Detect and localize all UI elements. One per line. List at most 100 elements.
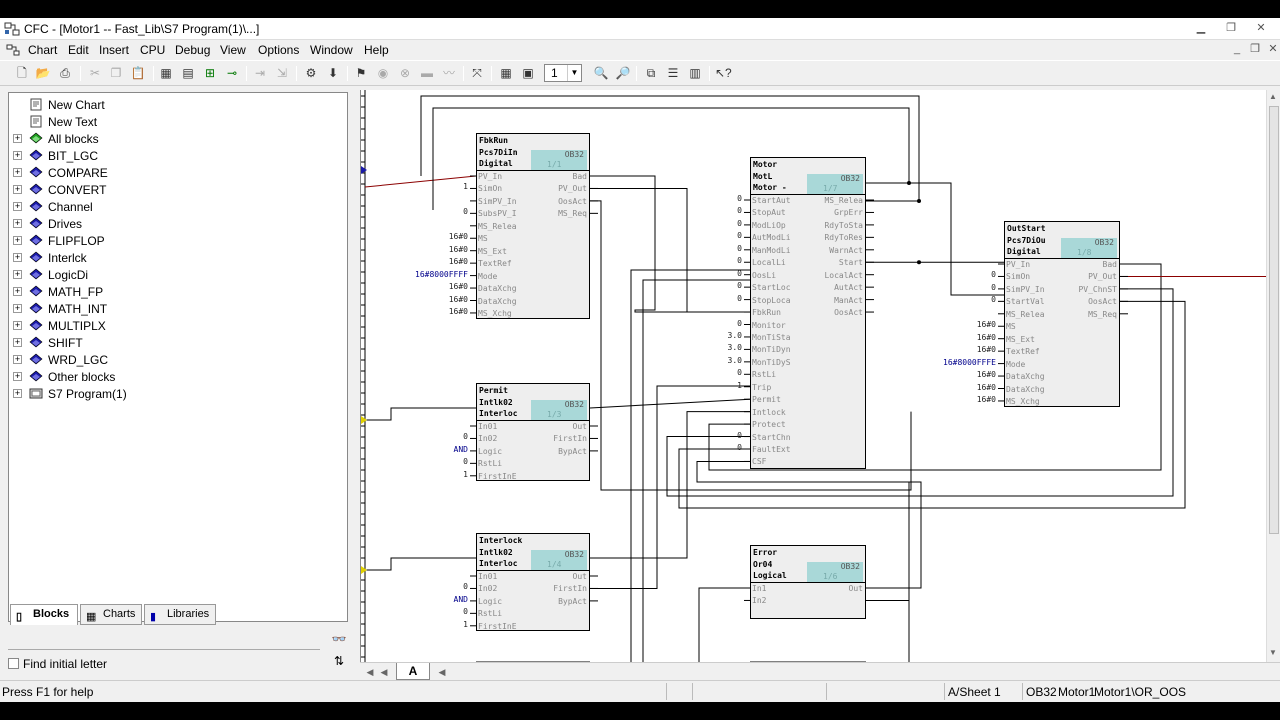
overview-icon[interactable]: ▦ — [158, 65, 174, 81]
tree-item[interactable]: + LogicDi — [9, 267, 339, 284]
scroll-up-icon[interactable]: ▲ — [1269, 92, 1277, 101]
output-pin[interactable]: OosAct — [834, 307, 863, 319]
expand-icon[interactable]: + — [13, 270, 22, 279]
menu-help[interactable]: Help — [364, 43, 389, 57]
output-pin[interactable]: AutAct — [834, 282, 863, 294]
output-pin[interactable]: Bad — [1103, 259, 1117, 271]
tab-libraries[interactable]: ▮ Libraries — [144, 604, 216, 625]
tree-item[interactable]: + MATH_FP — [9, 284, 339, 301]
input-pin[interactable]: StartChn — [752, 432, 791, 444]
context-help-icon[interactable]: ↖? — [715, 65, 732, 81]
input-pin[interactable]: OosLi — [752, 270, 776, 282]
find-initial-letter-checkbox[interactable] — [8, 658, 19, 669]
pin-value[interactable]: 16#0 — [977, 333, 996, 342]
tree-item[interactable]: + BIT_LGC — [9, 148, 339, 165]
menu-chart[interactable]: Chart — [28, 43, 57, 57]
expand-icon[interactable]: + — [13, 355, 22, 364]
input-pin[interactable]: Logic — [478, 446, 502, 458]
input-pin[interactable]: SubsPV_I — [478, 208, 517, 220]
vertical-scrollbar[interactable]: ▲ ▼ — [1266, 90, 1280, 662]
expand-icon[interactable]: + — [13, 168, 22, 177]
pin-value[interactable]: 0 — [737, 231, 742, 240]
expand-icon[interactable]: + — [13, 389, 22, 398]
pin-value[interactable]: 16#0 — [449, 307, 468, 316]
pin-value[interactable]: 0 — [463, 607, 468, 616]
output-pin[interactable]: PV_Out — [1088, 271, 1117, 283]
expand-icon[interactable]: + — [13, 372, 22, 381]
pin-value[interactable]: 3.0 — [728, 356, 742, 365]
find-input[interactable] — [8, 632, 320, 650]
input-pin[interactable]: Mode — [1006, 359, 1025, 371]
input-pin[interactable]: TextRef — [1006, 346, 1040, 358]
output-pin[interactable]: Out — [573, 421, 587, 433]
trend-icon[interactable]: 〰 — [441, 65, 457, 81]
wire[interactable] — [698, 587, 750, 662]
input-wire[interactable] — [364, 175, 477, 188]
block-motor[interactable]: Motor MotL Motor - OB32 1/7 StartAut StopAut Mo… — [750, 157, 866, 469]
wire[interactable] — [589, 398, 751, 409]
paste-icon[interactable]: 📋 — [130, 65, 146, 81]
pin-value[interactable]: 16#8000FFFF — [415, 270, 468, 279]
pin-value[interactable]: 16#0 — [977, 320, 996, 329]
tab-blocks[interactable]: ▯ Blocks — [10, 604, 78, 625]
fbkrun-pv-wire[interactable] — [590, 187, 750, 313]
sheet-bar-connector[interactable] — [361, 566, 367, 574]
output-pin[interactable]: GrpErr — [834, 207, 863, 219]
output-pin[interactable]: Start — [839, 257, 863, 269]
output-pin[interactable]: BypAct — [558, 446, 587, 458]
mdi-restore-icon[interactable]: ❐ — [1248, 43, 1262, 56]
tree-item[interactable]: + FLIPFLOP — [9, 233, 339, 250]
input-pin[interactable]: RstLi — [478, 608, 502, 620]
input-pin[interactable]: PV_In — [1006, 259, 1030, 271]
block-interlock[interactable]: Interlock Intlk02 Interloc OB32 1/4 In01 In02 L… — [476, 533, 590, 631]
output-pin[interactable]: WarnAct — [829, 245, 863, 257]
output-pin[interactable]: MS_Req — [1088, 309, 1117, 321]
input-pin[interactable]: In02 — [478, 433, 497, 445]
wire[interactable] — [866, 182, 1004, 296]
pin-value[interactable]: 16#0 — [449, 257, 468, 266]
input-pin[interactable]: In01 — [478, 571, 497, 583]
output-pin[interactable]: PV_Out — [558, 183, 587, 195]
input-pin[interactable]: SimOn — [478, 183, 502, 195]
tile-horizontal-icon[interactable]: ☰ — [665, 65, 681, 81]
scroll-down-icon[interactable]: ▼ — [1269, 648, 1277, 657]
input-pin[interactable]: AutModLi — [752, 232, 791, 244]
minimize-icon[interactable]: ▁ — [1194, 22, 1208, 35]
input-pin[interactable]: Intlock — [752, 407, 786, 419]
jump-icon[interactable]: ⇲ — [274, 65, 290, 81]
menu-cpu[interactable]: CPU — [140, 43, 165, 57]
pin-value[interactable]: 0 — [737, 244, 742, 253]
input-pin[interactable]: MS_Xchg — [478, 308, 512, 320]
pin-value[interactable]: AND — [454, 445, 468, 454]
input-pin[interactable]: Mode — [478, 271, 497, 283]
pin-value[interactable]: 1 — [463, 620, 468, 629]
restore-icon[interactable]: ❐ — [1224, 22, 1238, 35]
output-pin[interactable]: Bad — [573, 171, 587, 183]
input-pin[interactable]: CSF — [752, 456, 766, 468]
input-pin[interactable]: PV_In — [478, 171, 502, 183]
expand-icon[interactable]: + — [13, 151, 22, 160]
output-pin[interactable]: BypAct — [558, 596, 587, 608]
new-icon[interactable]: 🗋 — [14, 65, 30, 81]
tree-item[interactable]: + Drives — [9, 216, 339, 233]
input-pin[interactable]: TextRef — [478, 258, 512, 270]
input-pin[interactable]: In2 — [752, 595, 766, 607]
input-pin[interactable]: SimOn — [1006, 271, 1030, 283]
wire[interactable] — [365, 407, 476, 421]
first-sheet-icon[interactable]: ◀ — [364, 665, 376, 679]
close-icon[interactable]: ✕ — [1254, 22, 1268, 35]
input-pin[interactable]: In01 — [478, 421, 497, 433]
pin-value[interactable]: 0 — [737, 194, 742, 203]
input-pin[interactable]: MS_Relea — [478, 221, 517, 233]
tree-item[interactable]: + Channel — [9, 199, 339, 216]
cascade-icon[interactable]: ⧉ — [643, 65, 659, 81]
mdi-minimize-icon[interactable]: _ — [1230, 43, 1244, 56]
input-pin[interactable]: DataXchg — [478, 296, 517, 308]
input-pin[interactable]: StopLoca — [752, 295, 791, 307]
input-pin[interactable]: RstLi — [752, 369, 776, 381]
input-pin[interactable]: MS_Relea — [1006, 309, 1045, 321]
scrollbar-thumb[interactable] — [1269, 106, 1279, 534]
input-pin[interactable]: MonTiDyS — [752, 357, 791, 369]
pin-value[interactable]: 0 — [737, 431, 742, 440]
pin-value[interactable]: 0 — [737, 269, 742, 278]
